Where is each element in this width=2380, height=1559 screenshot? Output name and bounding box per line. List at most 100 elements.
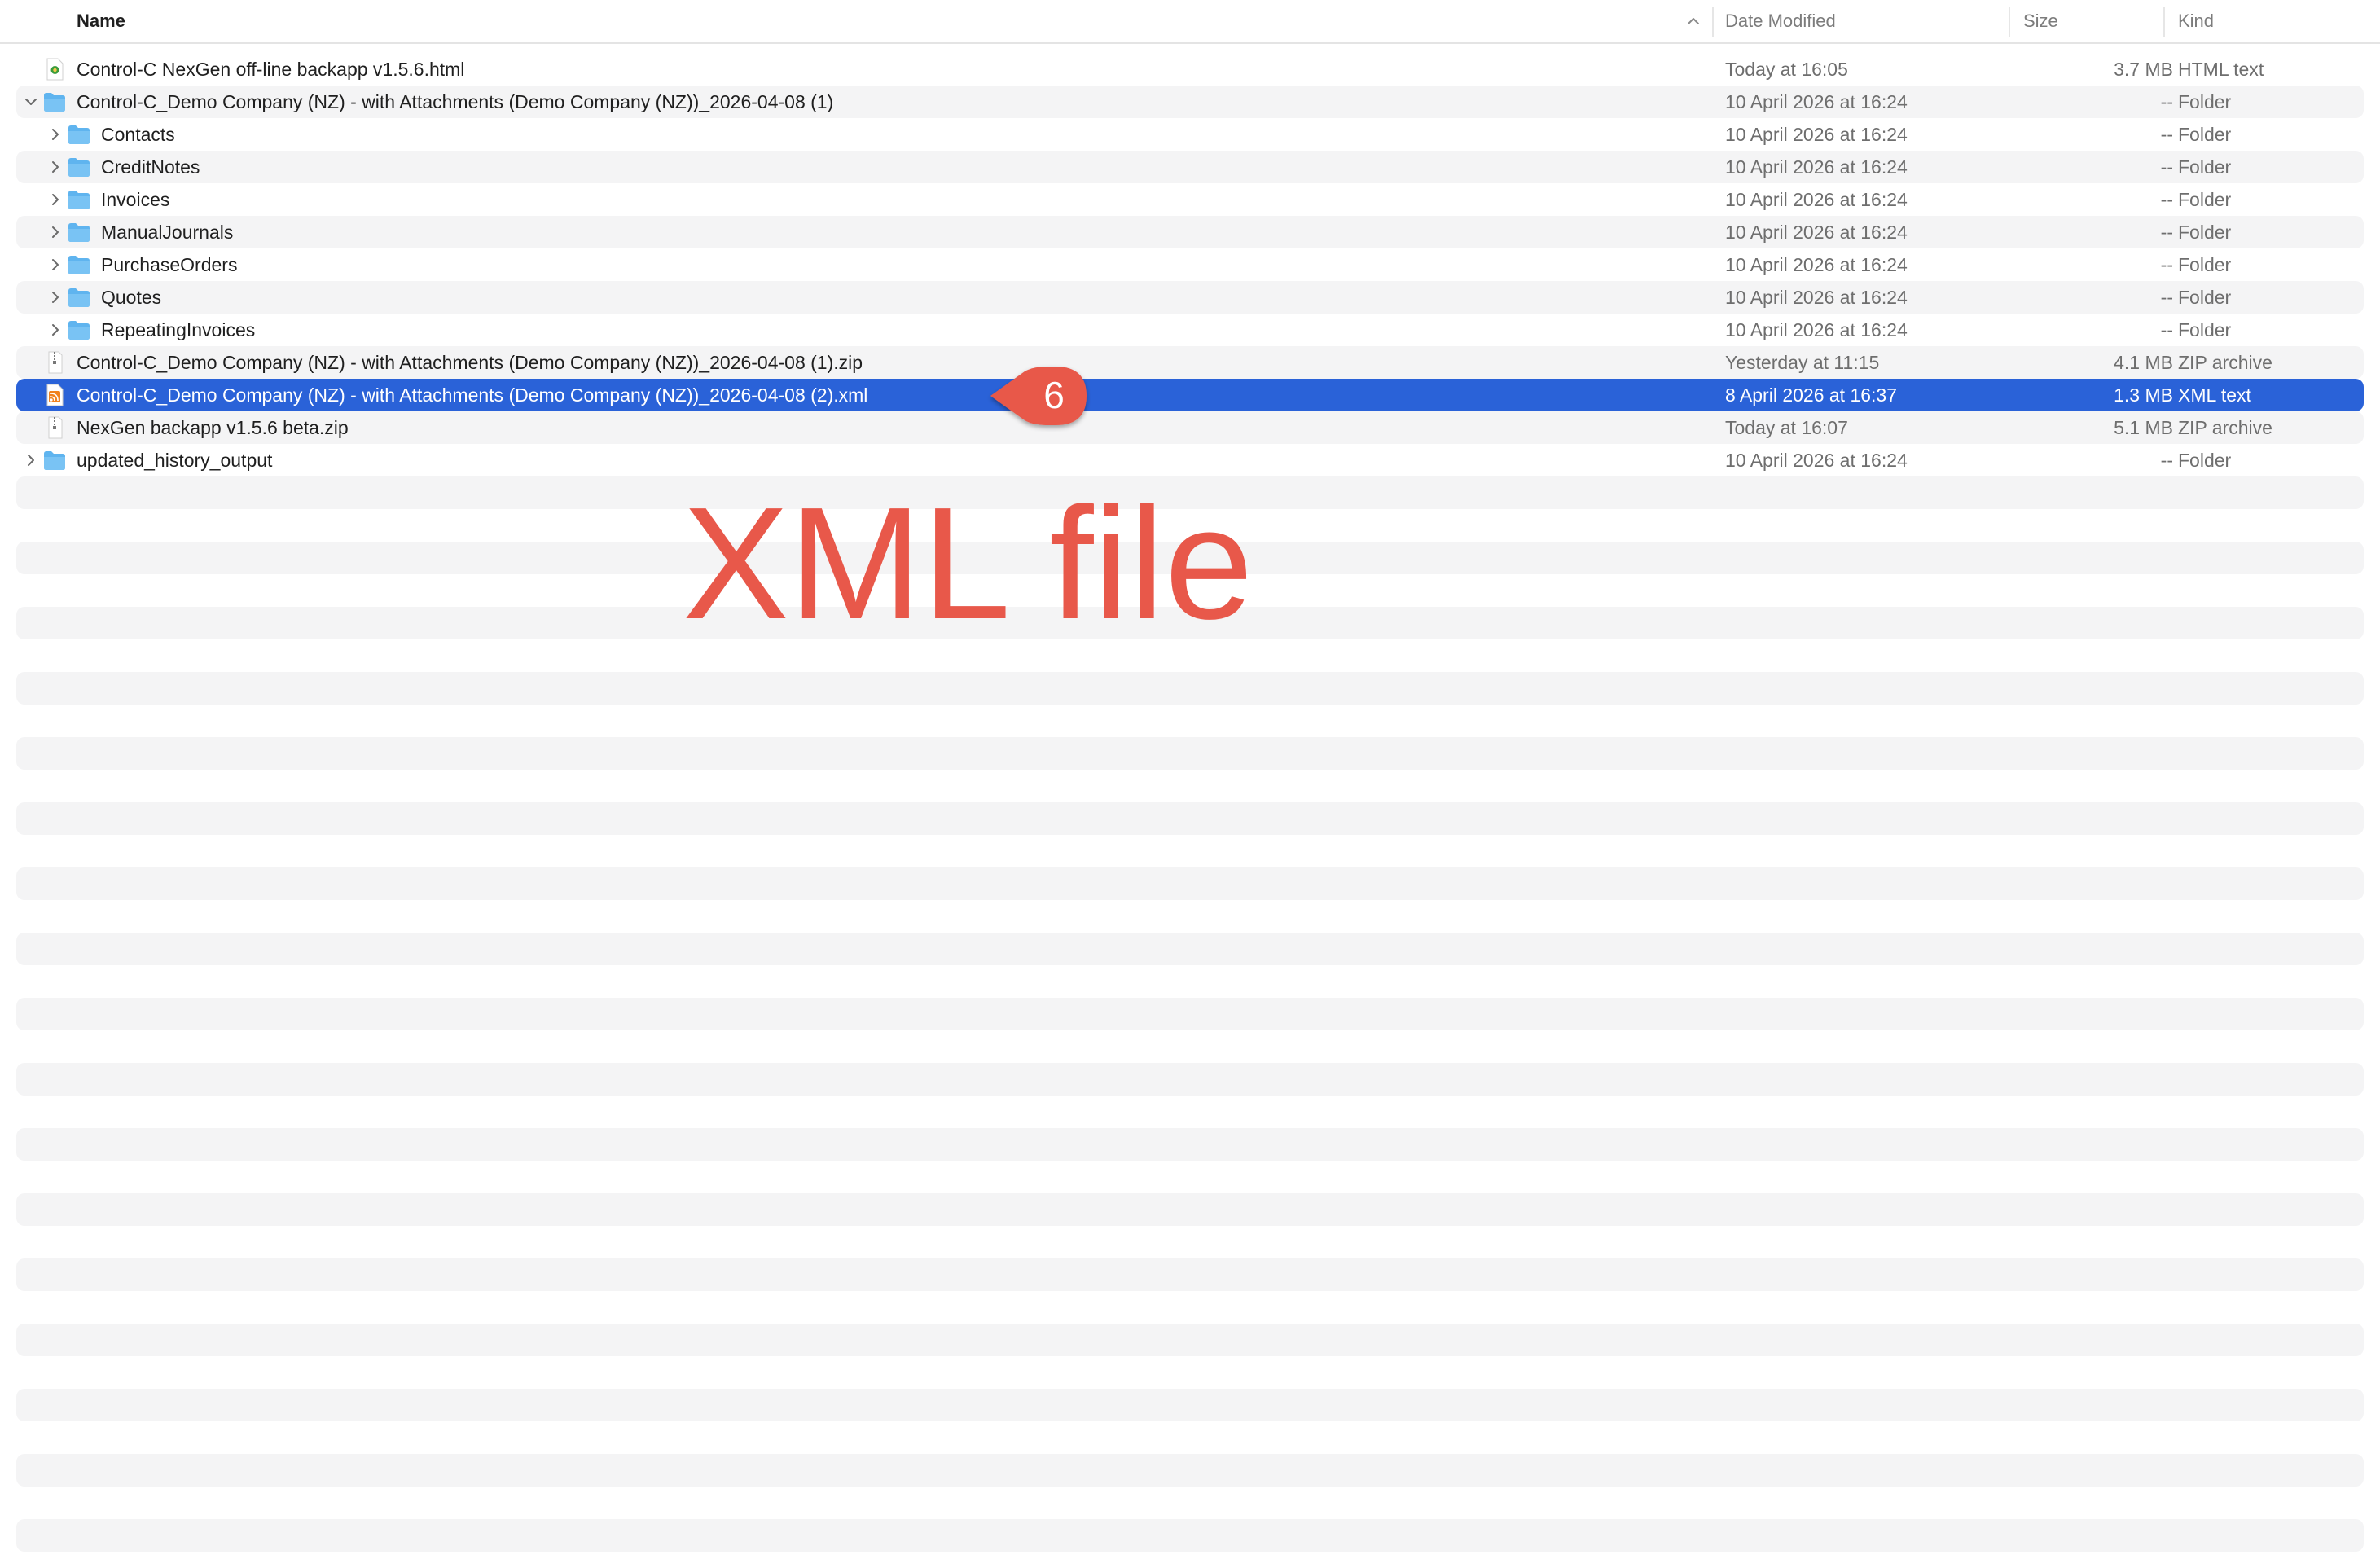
file-name: Control-C_Demo Company (NZ) - with Attac… <box>77 91 834 112</box>
file-row[interactable]: Control-C_Demo Company (NZ) - with Attac… <box>16 86 2364 118</box>
sort-ascending-icon[interactable] <box>1684 12 1702 30</box>
date-modified: Today at 16:07 <box>1725 417 1848 438</box>
empty-row <box>16 1454 2364 1487</box>
chevron-right-icon[interactable] <box>47 126 64 143</box>
chevron-right-icon[interactable] <box>47 257 64 273</box>
file-row[interactable]: RepeatingInvoices 10 April 2026 at 16:24-… <box>16 314 2364 346</box>
file-row[interactable]: updated_history_output 10 April 2026 at 1… <box>16 444 2364 476</box>
file-name: Control-C NexGen off-line backapp v1.5.6… <box>77 59 465 80</box>
file-size: -- <box>2160 222 2173 243</box>
folder-icon <box>68 256 90 274</box>
file-size: -- <box>2160 450 2173 471</box>
empty-row <box>16 1258 2364 1291</box>
step-number: 6 <box>1043 374 1065 416</box>
chevron-right-icon[interactable] <box>47 289 64 305</box>
folder-icon <box>68 158 90 177</box>
file-size: 1.3 MB <box>2114 384 2173 406</box>
file-kind: Folder <box>2178 450 2232 471</box>
file-kind: ZIP archive <box>2178 417 2272 438</box>
file-kind: ZIP archive <box>2178 352 2272 373</box>
empty-row <box>16 1128 2364 1161</box>
empty-row <box>16 1063 2364 1096</box>
folder-icon <box>68 125 90 144</box>
file-row[interactable]: Invoices 10 April 2026 at 16:24 -- Folder <box>16 183 2364 216</box>
folder-icon <box>68 191 90 209</box>
chevron-right-icon[interactable] <box>47 322 64 338</box>
file-kind: Folder <box>2178 222 2232 243</box>
file-row[interactable]: Quotes 10 April 2026 at 16:24 -- Folder <box>16 281 2364 314</box>
folder-icon <box>68 223 90 242</box>
file-size: -- <box>2160 124 2173 145</box>
folder-icon <box>68 321 90 340</box>
name-column-header[interactable]: Name <box>77 0 1706 42</box>
empty-row <box>16 1519 2364 1552</box>
size-column-header[interactable]: Size <box>2023 0 2058 42</box>
file-size: -- <box>2160 156 2173 178</box>
empty-row <box>16 867 2364 900</box>
folder-icon <box>68 288 90 307</box>
file-name: updated_history_output <box>77 450 273 471</box>
kind-column-header[interactable]: Kind <box>2178 0 2214 42</box>
file-name: NexGen backapp v1.5.6 beta.zip <box>77 417 349 438</box>
file-kind: Folder <box>2178 156 2232 178</box>
file-size: -- <box>2160 287 2173 308</box>
empty-row <box>16 998 2364 1030</box>
file-row[interactable]: PurchaseOrders 10 April 2026 at 16:24 -- Fo… <box>16 248 2364 281</box>
chevron-right-icon[interactable] <box>23 452 39 468</box>
date-modified: Today at 16:05 <box>1725 59 1848 80</box>
file-name: Contacts <box>101 124 175 145</box>
html-file-icon <box>46 58 64 81</box>
empty-row <box>16 1324 2364 1356</box>
file-row-selected[interactable]: Control-C_Demo Company (NZ) - with Attac… <box>16 379 2364 411</box>
chevron-down-icon[interactable] <box>23 94 39 110</box>
chevron-right-icon[interactable] <box>47 159 64 175</box>
empty-row <box>16 802 2364 835</box>
column-divider[interactable] <box>1712 7 1714 37</box>
column-header-bar: Name Date Modified Size Kind <box>0 0 2380 44</box>
zip-file-icon <box>48 416 63 439</box>
folder-icon <box>44 93 65 112</box>
file-row[interactable]: NexGen backapp v1.5.6 beta.zip Today at 1… <box>16 411 2364 444</box>
file-row[interactable]: Contacts 10 April 2026 at 16:24 -- Folder <box>16 118 2364 151</box>
date-modified-column-header[interactable]: Date Modified <box>1725 0 1836 42</box>
file-size: -- <box>2160 254 2173 275</box>
empty-row <box>16 737 2364 770</box>
column-divider[interactable] <box>2009 7 2010 37</box>
file-size: 5.1 MB <box>2114 417 2173 438</box>
file-kind: Folder <box>2178 189 2232 210</box>
file-row[interactable]: CreditNotes 10 April 2026 at 16:24 -- Folde… <box>16 151 2364 183</box>
file-row[interactable]: Control-C_Demo Company (NZ) - with Attac… <box>16 346 2364 379</box>
file-name: Invoices <box>101 189 170 210</box>
file-size: -- <box>2160 319 2173 340</box>
file-row[interactable]: Control-C NexGen off-line backapp v1.5.6… <box>16 53 2364 86</box>
file-size: 4.1 MB <box>2114 352 2173 373</box>
column-divider[interactable] <box>2163 7 2165 37</box>
chevron-right-icon[interactable] <box>47 224 64 240</box>
empty-row <box>16 1193 2364 1226</box>
file-name: RepeatingInvoices <box>101 319 256 340</box>
file-kind: Folder <box>2178 91 2232 112</box>
file-size: -- <box>2160 91 2173 112</box>
file-kind: HTML text <box>2178 59 2264 80</box>
file-kind: XML text <box>2178 384 2251 406</box>
file-list: Control-C NexGen off-line backapp v1.5.6… <box>0 53 2380 476</box>
file-name: Quotes <box>101 287 162 308</box>
file-kind: Folder <box>2178 319 2232 340</box>
annotation-label: XML file <box>683 474 1254 652</box>
folder-icon <box>44 451 65 470</box>
file-kind: Folder <box>2178 287 2232 308</box>
file-name: ManualJournals <box>101 222 234 243</box>
file-size: -- <box>2160 189 2173 210</box>
file-row[interactable]: ManualJournals 10 April 2026 at 16:24 -- Fo… <box>16 216 2364 248</box>
file-name: CreditNotes <box>101 156 200 178</box>
empty-row <box>16 1389 2364 1421</box>
chevron-right-icon[interactable] <box>47 191 64 208</box>
file-size: 3.7 MB <box>2114 59 2173 80</box>
file-name: Control-C_Demo Company (NZ) - with Attac… <box>77 384 868 406</box>
empty-row <box>16 933 2364 965</box>
empty-row <box>16 672 2364 705</box>
file-name: PurchaseOrders <box>101 254 238 275</box>
file-name: Control-C_Demo Company (NZ) - with Attac… <box>77 352 863 373</box>
file-kind: Folder <box>2178 254 2232 275</box>
xml-file-icon <box>46 384 64 406</box>
